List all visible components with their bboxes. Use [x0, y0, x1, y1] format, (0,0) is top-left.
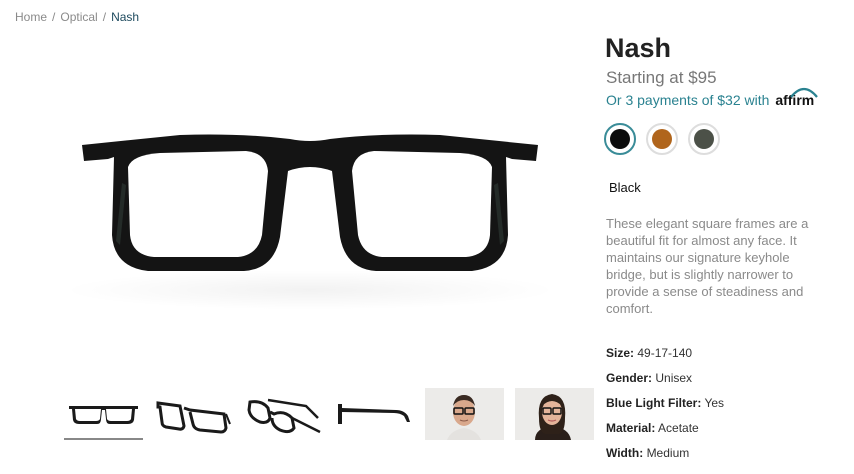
spec-value: Unisex — [655, 371, 693, 385]
thumbnail-woman-model[interactable] — [515, 388, 594, 440]
breadcrumb-optical[interactable]: Optical — [60, 10, 97, 24]
spec-value: Yes — [704, 396, 725, 410]
affirm-logo: affirm — [775, 87, 819, 108]
spec-label: Width: — [606, 446, 644, 460]
spec-width: Width: Medium — [606, 446, 689, 460]
breadcrumb-home[interactable]: Home — [15, 10, 47, 24]
spec-value: 49-17-140 — [637, 346, 693, 360]
swatch-tortoise-dot — [652, 129, 672, 149]
affirm-arc-icon — [790, 87, 819, 98]
swatch-black-dot — [610, 129, 630, 149]
spec-label: Size: — [606, 346, 635, 360]
thumbnail-man-model[interactable] — [425, 388, 504, 440]
spec-label: Material: — [606, 421, 656, 435]
product-hero-image — [82, 134, 538, 271]
thumbnail-angle[interactable] — [154, 388, 233, 440]
spec-blue-light: Blue Light Filter: Yes — [606, 396, 724, 410]
glasses-front-icon — [82, 134, 538, 271]
side-angle-view-icon — [247, 398, 321, 434]
swatch-grey[interactable] — [688, 123, 720, 155]
spec-gender: Gender: Unisex — [606, 371, 692, 385]
front-view-icon — [69, 406, 138, 424]
product-price: Starting at $95 — [606, 68, 717, 87]
thumbnail-front[interactable] — [64, 388, 143, 440]
product-description: These elegant square frames are a beauti… — [606, 216, 809, 316]
spec-material: Material: Acetate — [606, 421, 699, 435]
affirm-payments[interactable]: Or 3 payments of $32 with affirm — [606, 87, 819, 108]
spec-value: Medium — [646, 446, 690, 460]
thumbnail-side[interactable] — [334, 388, 413, 440]
breadcrumb-separator: / — [102, 10, 107, 24]
side-view-icon — [338, 404, 410, 424]
spec-label: Blue Light Filter: — [606, 396, 702, 410]
breadcrumb: Home / Optical / Nash — [15, 10, 139, 24]
breadcrumb-current: Nash — [111, 10, 140, 24]
woman-model-icon — [515, 388, 578, 440]
spec-size: Size: 49-17-140 — [606, 346, 692, 360]
swatch-tortoise[interactable] — [646, 123, 678, 155]
spec-value: Acetate — [658, 421, 699, 435]
payments-text: Or 3 payments of $32 with — [606, 92, 770, 108]
selected-color-name: Black — [609, 180, 641, 195]
breadcrumb-separator: / — [52, 10, 56, 24]
product-title: Nash — [605, 33, 672, 63]
spec-label: Gender: — [606, 371, 653, 385]
man-model-icon — [425, 388, 504, 440]
swatch-black[interactable] — [604, 123, 636, 155]
angle-view-icon — [156, 401, 231, 434]
swatch-grey-dot — [694, 129, 714, 149]
thumbnail-side-angle[interactable] — [244, 388, 323, 440]
